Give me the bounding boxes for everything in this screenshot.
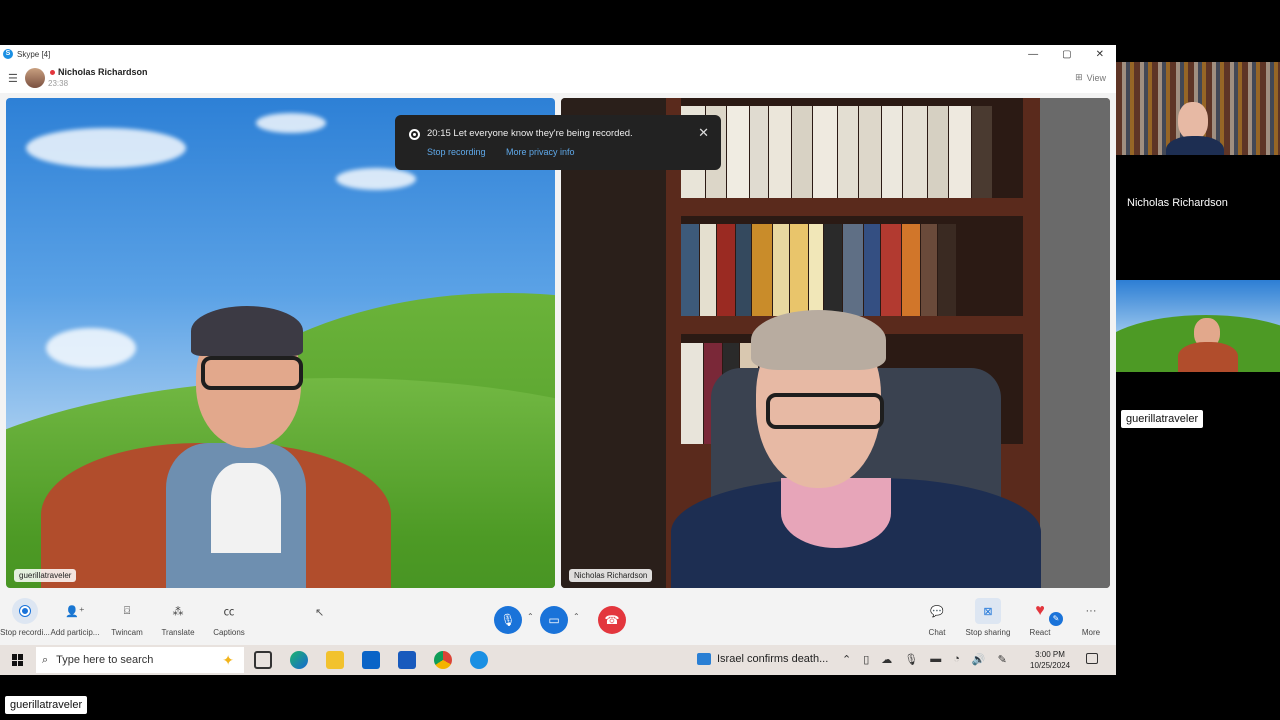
twincam-button[interactable]: ⌼ Twincam [102, 598, 152, 638]
participant-thumbnail-nicholas-richardson[interactable] [1116, 62, 1280, 155]
avatar[interactable] [25, 68, 45, 88]
usb-icon[interactable]: ▯ [863, 653, 869, 666]
privacy-info-link[interactable]: More privacy info [506, 147, 575, 157]
windows-taskbar: ⌕ Type here to search ✦ Israel confirms … [0, 645, 1116, 675]
call-duration: 23:38 [48, 79, 69, 88]
more-icon: ··· [1085, 605, 1097, 617]
recording-message: 20:15 Let everyone know they're being re… [427, 128, 633, 139]
cloud-icon[interactable]: ☁ [881, 653, 892, 666]
menu-icon[interactable]: ☰ [8, 72, 18, 85]
wall [1040, 98, 1110, 588]
chevron-up-icon[interactable]: ⌃ [573, 612, 580, 621]
captions-icon: ㏄ [223, 606, 235, 618]
system-tray: ⌃ ▯ ☁ 🎙 ▬ ◔ 🔊 ✎ [842, 653, 1007, 666]
minimize-button[interactable]: — [1028, 49, 1038, 60]
skype-taskbar-icon[interactable] [470, 651, 488, 669]
camera-plus-icon: ⌼ [123, 604, 131, 617]
video-tile-nicholas-richardson[interactable]: Nicholas Richardson [561, 98, 1110, 588]
news-widget[interactable]: Israel confirms death... [697, 653, 828, 665]
phone-hangup-icon: ☎ [604, 613, 620, 627]
chat-button[interactable]: 💬 Chat [912, 598, 962, 638]
speaker-name-chip: guerillatraveler [5, 696, 88, 714]
tile-name-label: Nicholas Richardson [569, 569, 653, 582]
battery-icon[interactable]: ▬ [930, 653, 941, 666]
captions-button[interactable]: ㏄ Captions [204, 598, 254, 637]
outlook-icon[interactable] [362, 651, 380, 669]
participant-name-chip: guerillatraveler [1121, 410, 1204, 428]
mouse-cursor-icon: ↖ [315, 607, 325, 619]
skype-window: S Skype [4] — ▢ ✕ ☰ Nicholas Richardson … [0, 45, 1116, 675]
tile-name-label: guerillatraveler [14, 569, 77, 582]
chat-icon: 💬 [930, 605, 944, 618]
view-label: View [1086, 72, 1106, 83]
book-row [681, 216, 1023, 316]
camera-button[interactable]: ▭ [540, 606, 568, 634]
participant-name-label: Nicholas Richardson [1127, 197, 1228, 209]
call-header: ☰ Nicholas Richardson 23:38 ⊞ View [0, 63, 1116, 93]
book-row [681, 98, 1023, 198]
word-icon[interactable] [398, 651, 416, 669]
more-button[interactable]: ··· More [1066, 598, 1116, 637]
video-camera-icon: ▭ [548, 613, 560, 627]
add-person-icon: 👤⁺ [65, 605, 85, 618]
chrome-icon[interactable] [434, 651, 452, 669]
stop-recording-link[interactable]: Stop recording [427, 147, 486, 157]
participant-thumbnail-guerillatraveler[interactable] [1116, 280, 1280, 372]
stop-sharing-button[interactable]: ⊠ Stop sharing [963, 598, 1013, 637]
recording-toast: 20:15 Let everyone know they're being re… [395, 115, 721, 170]
cloud [336, 168, 416, 190]
record-icon [409, 129, 420, 140]
microphone-button[interactable]: 🎙 [494, 606, 522, 634]
search-icon: ⌕ [42, 653, 49, 666]
chevron-up-icon[interactable]: ⌃ [527, 612, 534, 621]
task-view-icon[interactable] [254, 651, 272, 669]
sparkle-icon: ✦ [222, 652, 234, 668]
view-button[interactable]: ⊞ View [1075, 72, 1106, 83]
wall [561, 98, 666, 588]
translate-icon: ⁂ [172, 605, 184, 618]
volume-icon[interactable]: 🔊 [972, 653, 986, 666]
news-icon [697, 653, 711, 665]
edge-browser-icon[interactable] [290, 651, 308, 669]
news-headline: Israel confirms death... [717, 653, 829, 665]
title-bar: S Skype [4] — ▢ ✕ [0, 45, 1116, 63]
taskbar-search[interactable]: ⌕ Type here to search ✦ [36, 647, 244, 673]
wifi-icon[interactable]: ◔ [953, 653, 960, 666]
notification-icon[interactable] [1086, 653, 1098, 664]
maximize-button[interactable]: ▢ [1062, 49, 1071, 60]
share-screen-icon: ⊠ [975, 598, 1001, 624]
chevron-up-icon[interactable]: ⌃ [842, 653, 851, 666]
pen-icon[interactable]: ✎ [998, 653, 1007, 666]
window-title: Skype [4] [17, 49, 51, 59]
recording-indicator-icon [50, 70, 55, 75]
microphone-icon[interactable]: 🎙 [904, 653, 918, 666]
translate-button[interactable]: ⁂ Translate [153, 598, 203, 638]
cloud [26, 128, 186, 168]
hang-up-button[interactable]: ☎ [598, 606, 626, 634]
file-explorer-icon[interactable] [326, 651, 344, 669]
clock-date: 10/25/2024 [1030, 661, 1071, 670]
search-placeholder: Type here to search [56, 654, 154, 666]
cloud [256, 113, 326, 133]
record-icon [12, 598, 38, 624]
video-tile-guerillatraveler[interactable]: guerillatraveler [6, 98, 555, 588]
call-participant-name: Nicholas Richardson [58, 67, 148, 77]
microphone-icon: 🎙 [500, 613, 516, 627]
stop-recording-button[interactable]: Stop recordi... [0, 598, 50, 637]
close-icon[interactable]: ✕ [698, 125, 709, 141]
call-controls: Stop recordi... 👤⁺ Add particip... ⌼ Twi… [0, 598, 1116, 643]
grid-icon: ⊞ [1075, 72, 1083, 82]
close-button[interactable]: ✕ [1096, 49, 1104, 60]
clock-time: 3:00 PM [1035, 650, 1065, 659]
skype-icon: S [3, 49, 13, 59]
pencil-icon[interactable]: ✎ [1049, 612, 1063, 626]
taskbar-clock[interactable]: 3:00 PM 10/25/2024 [1030, 649, 1070, 671]
cloud [46, 328, 136, 368]
add-participants-button[interactable]: 👤⁺ Add particip... [50, 598, 100, 638]
windows-start-icon[interactable] [12, 654, 24, 666]
